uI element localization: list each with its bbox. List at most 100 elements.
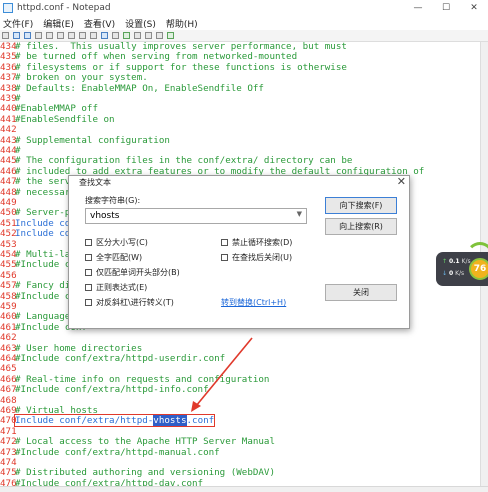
line-text: # Local access to the Apache HTTP Server… — [15, 436, 275, 448]
checkbox[interactable] — [85, 284, 92, 291]
zoom-out-icon[interactable] — [145, 32, 152, 39]
new-file-icon[interactable] — [2, 32, 9, 39]
line-text: # Supplemental configuration — [15, 134, 170, 146]
option-label: 在查找后关闭(U) — [232, 253, 293, 262]
option-label: 仅匹配单词开头部分(B) — [96, 268, 180, 277]
menu-view[interactable]: 查看(V) — [84, 17, 115, 30]
cut-icon[interactable] — [68, 32, 75, 39]
redo-icon[interactable] — [57, 32, 64, 39]
close-button[interactable]: 关闭 — [325, 284, 397, 301]
menu-settings[interactable]: 设置(S) — [125, 17, 156, 30]
checkbox[interactable] — [85, 299, 92, 306]
search-match-highlight: vhosts — [153, 415, 187, 427]
checkbox[interactable] — [221, 239, 228, 246]
line-text: # Distributed authoring and versioning (… — [15, 467, 275, 479]
line-text: Include conf/extra/httpd-vhosts.conf — [13, 414, 216, 428]
close-window-button[interactable]: ✕ — [460, 0, 488, 16]
line-text: #EnableMMAP off — [15, 103, 98, 115]
editor-line[interactable]: 443# Supplemental configuration — [0, 134, 170, 146]
line-text: #Include conf/extra/httpd-info.conf — [15, 384, 209, 396]
upload-speed: ↑ 0.1 K/s — [442, 258, 471, 265]
paste-icon[interactable] — [90, 32, 97, 39]
option-label: 正则表达式(E) — [96, 283, 148, 292]
minimize-button[interactable]: — — [404, 0, 432, 16]
upload-value: 0.1 — [448, 258, 460, 265]
replace-icon[interactable] — [112, 32, 119, 39]
line-text: # — [15, 93, 21, 104]
menu-edit[interactable]: 编辑(E) — [43, 17, 74, 30]
title-bar: httpd.conf - Notepad — ☐ ✕ — [0, 0, 488, 16]
menu-bar: 文件(F) 编辑(E) 查看(V) 设置(S) 帮助(H) — [0, 16, 488, 30]
wrap-icon[interactable] — [123, 32, 130, 39]
line-text: # be turned off when serving from networ… — [15, 51, 298, 63]
editor-line[interactable]: 473#Include conf/extra/httpd-manual.conf — [0, 446, 220, 458]
editor-line[interactable]: 470Include conf/extra/httpd-vhosts.conf — [0, 414, 216, 428]
find-previous-button[interactable]: 向上搜索(R) — [325, 218, 397, 235]
line-text: # Real-time info on requests and configu… — [15, 373, 270, 385]
close-dialog-icon[interactable]: ✕ — [397, 175, 406, 188]
option-word-start[interactable]: 仅匹配单词开头部分(B) — [85, 267, 180, 278]
settings-icon[interactable] — [167, 32, 174, 39]
checkbox[interactable] — [85, 239, 92, 246]
line-text-before: Include conf/extra/httpd- — [15, 415, 154, 427]
zoom-reset-icon[interactable] — [156, 32, 163, 39]
option-label: 全字匹配(W) — [96, 253, 143, 262]
download-unit: K/s — [455, 270, 465, 277]
window-title: httpd.conf - Notepad — [17, 3, 111, 13]
editor-line[interactable]: 441#EnableSendfile on — [0, 113, 115, 125]
option-regex[interactable]: 正则表达式(E) — [85, 282, 147, 293]
option-label: 区分大小写(C) — [96, 238, 148, 247]
line-text-after: .conf — [186, 415, 215, 427]
find-dialog-title: 查找文本 — [79, 178, 111, 187]
download-value: 0 — [448, 270, 454, 277]
line-text: #EnableSendfile on — [15, 113, 115, 125]
checkbox[interactable] — [221, 254, 228, 261]
zoom-in-icon[interactable] — [134, 32, 141, 39]
network-speed-widget[interactable]: ↑ 0.1 K/s ↓ 0 K/s 76 — [436, 242, 488, 286]
find-icon[interactable] — [101, 32, 108, 39]
window-controls: — ☐ ✕ — [404, 0, 488, 16]
print-icon[interactable] — [35, 32, 42, 39]
option-escape-backslash[interactable]: 对反斜杠\进行转义(T) — [85, 297, 174, 308]
line-text: #Include conf/extra/httpd-userdir.conf — [15, 353, 226, 364]
line-text: # User home directories — [15, 342, 143, 354]
search-string-label: 搜索字符串(G): — [85, 196, 141, 205]
line-text: # broken on your system. — [15, 72, 148, 84]
find-dialog: 查找文本 ✕ 搜索字符串(G): vhosts ▼ 区分大小写(C) 全字匹配(… — [68, 175, 410, 329]
search-input-value: vhosts — [90, 211, 120, 221]
find-next-button[interactable]: 向下搜索(F) — [325, 197, 397, 214]
goto-replace-link[interactable]: 转到替换(Ctrl+H) — [221, 297, 286, 308]
search-input[interactable]: vhosts ▼ — [85, 208, 307, 224]
chevron-down-icon[interactable]: ▼ — [297, 210, 302, 218]
line-text: #Include conf/extra/httpd-manual.conf — [15, 446, 220, 458]
line-text: # — [15, 145, 21, 156]
option-whole-word[interactable]: 全字匹配(W) — [85, 252, 142, 263]
line-text: # Defaults: EnableMMAP On, EnableSendfil… — [15, 82, 264, 94]
line-text: # filesystems or if support for these fu… — [15, 61, 347, 73]
download-speed: ↓ 0 K/s — [442, 270, 464, 277]
undo-icon[interactable] — [46, 32, 53, 39]
upload-arrow-icon: ↑ — [442, 258, 448, 265]
notepad-app-icon — [3, 3, 13, 13]
open-file-icon[interactable] — [13, 32, 20, 39]
menu-help[interactable]: 帮助(H) — [166, 17, 198, 30]
toolbar — [0, 30, 488, 42]
status-bar — [0, 486, 488, 492]
download-arrow-icon: ↓ — [442, 270, 448, 277]
option-label: 对反斜杠\进行转义(T) — [96, 298, 174, 307]
option-close-after-find[interactable]: 在查找后关闭(U) — [221, 252, 292, 263]
option-no-wrap[interactable]: 禁止循环搜索(D) — [221, 237, 292, 248]
checkbox[interactable] — [85, 254, 92, 261]
copy-icon[interactable] — [79, 32, 86, 39]
save-icon[interactable] — [24, 32, 31, 39]
checkbox[interactable] — [85, 269, 92, 276]
editor-line[interactable]: 464#Include conf/extra/httpd-userdir.con… — [0, 353, 226, 364]
editor-line[interactable]: 467#Include conf/extra/httpd-info.conf — [0, 384, 209, 396]
option-label: 禁止循环搜索(D) — [232, 238, 293, 247]
option-match-case[interactable]: 区分大小写(C) — [85, 237, 148, 248]
menu-file[interactable]: 文件(F) — [3, 17, 33, 30]
maximize-button[interactable]: ☐ — [432, 0, 460, 16]
score-badge: 76 — [469, 258, 488, 280]
line-text: # The configuration files in the conf/ex… — [15, 155, 353, 167]
editor-line[interactable]: 438# Defaults: EnableMMAP On, EnableSend… — [0, 82, 264, 94]
